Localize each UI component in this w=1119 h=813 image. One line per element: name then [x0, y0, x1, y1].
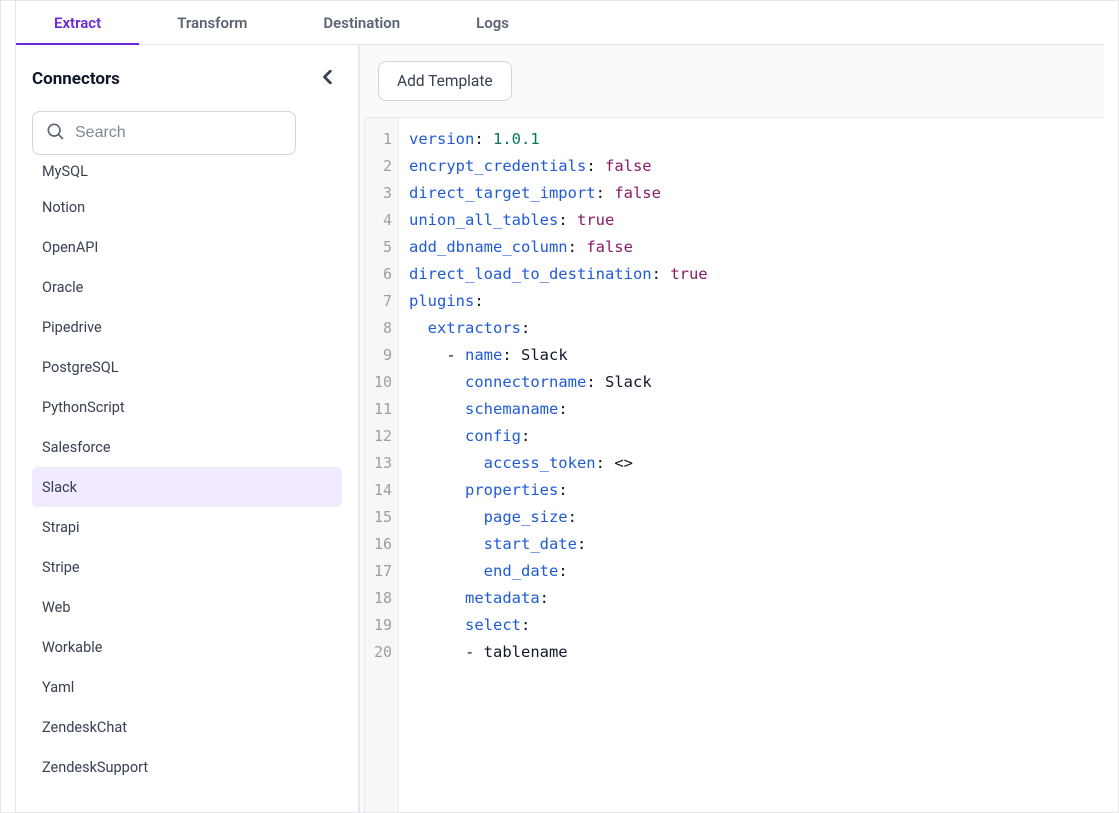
- gutter-line: 17: [373, 558, 392, 585]
- connector-item-notion[interactable]: Notion: [32, 187, 342, 227]
- yaml-editor[interactable]: 1234567891011121314151617181920 version:…: [364, 117, 1104, 812]
- code-line[interactable]: encrypt_credentials: false: [409, 153, 1094, 180]
- gutter-line: 8: [373, 315, 392, 342]
- connector-item-web[interactable]: Web: [32, 587, 342, 627]
- code-line[interactable]: union_all_tables: true: [409, 207, 1094, 234]
- search-input[interactable]: [75, 124, 283, 142]
- code-line[interactable]: direct_target_import: false: [409, 180, 1094, 207]
- pipeline-tabs: ExtractTransformDestinationLogs: [16, 1, 1104, 45]
- connector-item-stripe[interactable]: Stripe: [32, 547, 342, 587]
- editor-main: Add Template 123456789101112131415161718…: [360, 45, 1104, 812]
- add-template-button[interactable]: Add Template: [378, 61, 512, 101]
- chevron-left-icon: [322, 70, 334, 88]
- tab-destination[interactable]: Destination: [285, 1, 438, 44]
- code-line[interactable]: plugins:: [409, 288, 1094, 315]
- gutter-line: 10: [373, 369, 392, 396]
- code-line[interactable]: add_dbname_column: false: [409, 234, 1094, 261]
- tab-extract[interactable]: Extract: [16, 1, 139, 44]
- tab-logs[interactable]: Logs: [438, 1, 547, 44]
- gutter-line: 14: [373, 477, 392, 504]
- connector-item-zendesksupport[interactable]: ZendeskSupport: [32, 747, 342, 787]
- code-line[interactable]: properties:: [409, 477, 1094, 504]
- gutter-line: 12: [373, 423, 392, 450]
- connector-item-strapi[interactable]: Strapi: [32, 507, 342, 547]
- app-frame: ExtractTransformDestinationLogs Connecto…: [0, 0, 1119, 813]
- connectors-sidebar: Connectors MySQLNotionOpenAPIOracleP: [16, 45, 360, 812]
- editor-code[interactable]: version: 1.0.1encrypt_credentials: false…: [399, 118, 1104, 812]
- connector-item-pythonscript[interactable]: PythonScript: [32, 387, 342, 427]
- connector-item-openapi[interactable]: OpenAPI: [32, 227, 342, 267]
- gutter-line: 3: [373, 180, 392, 207]
- code-line[interactable]: connectorname: Slack: [409, 369, 1094, 396]
- connector-item-zendeskchat[interactable]: ZendeskChat: [32, 707, 342, 747]
- code-line[interactable]: - name: Slack: [409, 342, 1094, 369]
- connector-item-postgresql[interactable]: PostgreSQL: [32, 347, 342, 387]
- sidebar-header: Connectors: [32, 59, 342, 99]
- gutter-line: 19: [373, 612, 392, 639]
- code-line[interactable]: direct_load_to_destination: true: [409, 261, 1094, 288]
- connector-item-salesforce[interactable]: Salesforce: [32, 427, 342, 467]
- code-line[interactable]: version: 1.0.1: [409, 126, 1094, 153]
- code-line[interactable]: config:: [409, 423, 1094, 450]
- code-line[interactable]: metadata:: [409, 585, 1094, 612]
- gutter-line: 16: [373, 531, 392, 558]
- connector-item-yaml[interactable]: Yaml: [32, 667, 342, 707]
- code-line[interactable]: extractors:: [409, 315, 1094, 342]
- connector-item-pipedrive[interactable]: Pipedrive: [32, 307, 342, 347]
- code-line[interactable]: schemaname:: [409, 396, 1094, 423]
- collapse-sidebar-button[interactable]: [314, 65, 342, 93]
- connector-item-slack[interactable]: Slack: [32, 467, 342, 507]
- gutter-line: 13: [373, 450, 392, 477]
- gutter-line: 5: [373, 234, 392, 261]
- gutter-line: 9: [373, 342, 392, 369]
- pipeline-body: Connectors MySQLNotionOpenAPIOracleP: [16, 45, 1104, 812]
- editor-gutter: 1234567891011121314151617181920: [365, 118, 399, 812]
- gutter-line: 20: [373, 639, 392, 666]
- tab-transform[interactable]: Transform: [139, 1, 285, 44]
- app-inner: ExtractTransformDestinationLogs Connecto…: [15, 1, 1104, 812]
- connector-item-oracle[interactable]: Oracle: [32, 267, 342, 307]
- code-line[interactable]: end_date:: [409, 558, 1094, 585]
- code-line[interactable]: page_size:: [409, 504, 1094, 531]
- gutter-line: 4: [373, 207, 392, 234]
- code-line[interactable]: select:: [409, 612, 1094, 639]
- gutter-line: 15: [373, 504, 392, 531]
- gutter-line: 1: [373, 126, 392, 153]
- connector-list[interactable]: MySQLNotionOpenAPIOraclePipedrivePostgre…: [32, 163, 342, 812]
- gutter-line: 2: [373, 153, 392, 180]
- connector-item-workable[interactable]: Workable: [32, 627, 342, 667]
- search-icon: [45, 121, 65, 145]
- code-line[interactable]: - tablename: [409, 639, 1094, 666]
- sidebar-title: Connectors: [32, 69, 120, 89]
- connector-item-mysql[interactable]: MySQL: [32, 163, 342, 187]
- gutter-line: 7: [373, 288, 392, 315]
- editor-toolbar: Add Template: [360, 45, 1104, 117]
- code-line[interactable]: start_date:: [409, 531, 1094, 558]
- gutter-line: 18: [373, 585, 392, 612]
- code-line[interactable]: access_token: <>: [409, 450, 1094, 477]
- gutter-line: 6: [373, 261, 392, 288]
- gutter-line: 11: [373, 396, 392, 423]
- search-field-wrap[interactable]: [32, 111, 296, 155]
